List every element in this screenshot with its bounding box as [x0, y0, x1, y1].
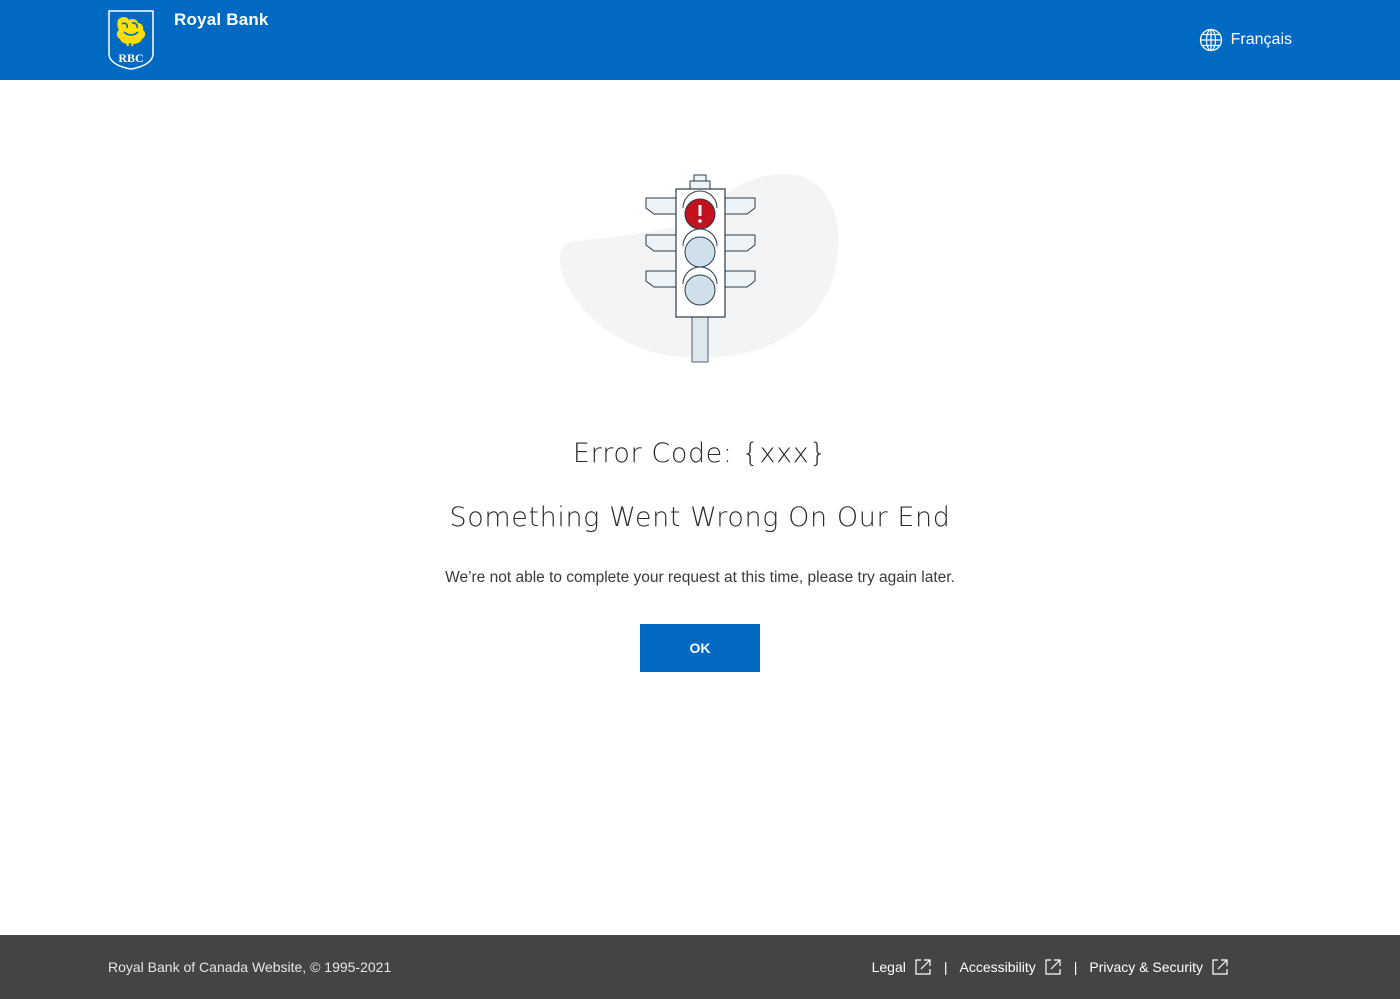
external-link-icon: [1212, 959, 1228, 975]
copyright-text: Royal Bank of Canada Website, © 1995-202…: [108, 959, 392, 975]
top-header: RBC Royal Bank Français: [0, 0, 1400, 80]
error-headline: Something Went Wrong On Our End: [449, 502, 951, 533]
external-link-icon: [1045, 959, 1061, 975]
footer-links: Legal | Accessibility | Privacy & Securi…: [872, 957, 1229, 977]
footer-link-label: Privacy & Security: [1089, 959, 1203, 975]
traffic-light-alert-icon: [560, 173, 839, 363]
language-toggle[interactable]: Français: [1199, 26, 1292, 54]
external-link-icon: [915, 959, 931, 975]
footer-separator: |: [943, 959, 948, 975]
rbc-shield-icon: RBC: [108, 10, 154, 70]
traffic-light-illustration: [558, 168, 842, 368]
error-message: We’re not able to complete your request …: [445, 569, 955, 586]
footer-link-privacy-security[interactable]: Privacy & Security: [1089, 958, 1229, 976]
page-footer: Royal Bank of Canada Website, © 1995-202…: [0, 935, 1400, 999]
ok-button[interactable]: OK: [640, 624, 760, 672]
brand-name: Royal Bank: [174, 10, 269, 29]
footer-link-legal[interactable]: Legal: [872, 958, 932, 976]
logo-text: RBC: [118, 51, 143, 65]
footer-link-label: Legal: [871, 959, 906, 975]
language-label: Français: [1230, 31, 1292, 48]
rbc-logo[interactable]: RBC: [108, 10, 154, 70]
footer-link-accessibility[interactable]: Accessibility: [960, 958, 1062, 976]
footer-link-label: Accessibility: [959, 959, 1036, 975]
error-code: Error Code: {xxx}: [572, 438, 828, 469]
footer-separator: |: [1073, 959, 1078, 975]
globe-icon: [1199, 28, 1222, 52]
